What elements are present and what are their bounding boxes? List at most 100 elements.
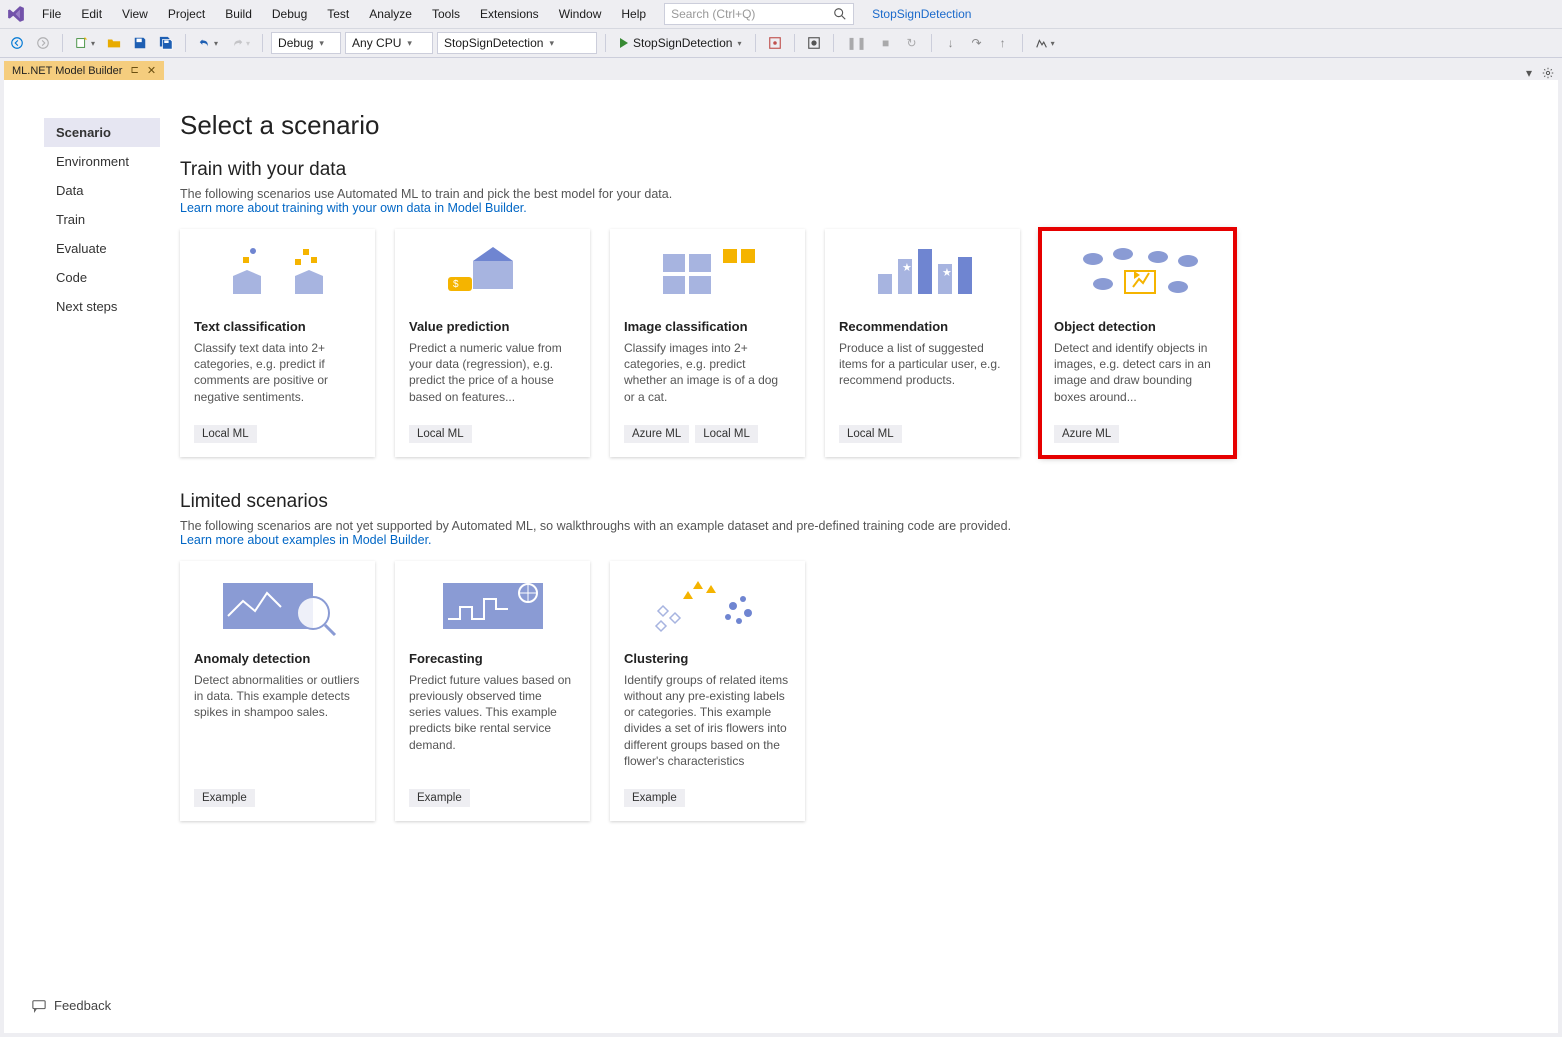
scenario-card-text-classification[interactable]: Text classification Classify text data in… xyxy=(180,229,375,457)
redo-button[interactable]: ▾ xyxy=(226,32,254,54)
doc-tab-title: ML.NET Model Builder xyxy=(12,65,122,77)
card-tags: Local ML xyxy=(825,415,1020,457)
step-scenario[interactable]: Scenario xyxy=(44,118,160,147)
tool-button-3[interactable]: ▾ xyxy=(1031,32,1059,54)
scenario-card-anomaly-detection[interactable]: Anomaly detectionDetect abnormalities or… xyxy=(180,561,375,821)
platform-combo[interactable]: Any CPU▾ xyxy=(345,32,433,54)
tag: Local ML xyxy=(194,425,257,443)
menu-bar: FileEditViewProjectBuildDebugTestAnalyze… xyxy=(0,0,1562,28)
tool-button-2[interactable] xyxy=(803,32,825,54)
card-text: Predict a numeric value from your data (… xyxy=(409,340,576,405)
section-train-desc: The following scenarios use Automated ML… xyxy=(180,187,1518,201)
card-tags: Azure ML xyxy=(1040,415,1235,457)
menu-file[interactable]: File xyxy=(32,3,71,25)
solution-name: StopSignDetection xyxy=(872,7,971,21)
card-text: Detect and identify objects in images, e… xyxy=(1054,340,1221,405)
section-limited-link[interactable]: Learn more about examples in Model Build… xyxy=(180,533,1518,547)
scenario-card-recommendation[interactable]: ★★RecommendationProduce a list of sugges… xyxy=(825,229,1020,457)
menu-project[interactable]: Project xyxy=(158,3,215,25)
card-tags: Example xyxy=(610,779,805,821)
card-text: Predict future values based on previousl… xyxy=(409,672,576,753)
nav-back-button[interactable] xyxy=(6,32,28,54)
svg-text:★: ★ xyxy=(942,267,952,279)
card-title: Image classification xyxy=(624,319,791,334)
tool-button-1[interactable] xyxy=(764,32,786,54)
search-placeholder: Search (Ctrl+Q) xyxy=(671,7,755,21)
page-title: Select a scenario xyxy=(180,110,1518,141)
section-train-heading: Train with your data xyxy=(180,159,1518,181)
card-illustration xyxy=(395,561,590,651)
menu-edit[interactable]: Edit xyxy=(71,3,112,25)
save-button[interactable] xyxy=(129,32,151,54)
card-title: Anomaly detection xyxy=(194,651,361,666)
card-title: Clustering xyxy=(624,651,791,666)
scenario-card-clustering[interactable]: ClusteringIdentify groups of related ite… xyxy=(610,561,805,821)
card-illustration: ★★ xyxy=(825,229,1020,319)
close-icon[interactable]: ✕ xyxy=(147,64,156,77)
feedback-link[interactable]: Feedback xyxy=(32,998,111,1013)
save-all-button[interactable] xyxy=(155,32,177,54)
menu-analyze[interactable]: Analyze xyxy=(359,3,422,25)
step-code[interactable]: Code xyxy=(44,263,160,292)
card-text: Classify text data into 2+ categories, e… xyxy=(194,340,361,405)
vs-logo-icon xyxy=(6,4,26,24)
pin-icon[interactable]: ⊏ xyxy=(130,65,138,76)
menu-help[interactable]: Help xyxy=(611,3,656,25)
menu-extensions[interactable]: Extensions xyxy=(470,3,549,25)
tab-overflow-button[interactable]: ▾ xyxy=(1526,66,1532,80)
startup-combo[interactable]: StopSignDetection▾ xyxy=(437,32,597,54)
step-data[interactable]: Data xyxy=(44,176,160,205)
step-over-button[interactable]: ↷ xyxy=(966,32,988,54)
tag: Azure ML xyxy=(1054,425,1119,443)
pause-button[interactable]: ❚❚ xyxy=(842,32,870,54)
scenario-card-forecasting[interactable]: ForecastingPredict future values based o… xyxy=(395,561,590,821)
step-train[interactable]: Train xyxy=(44,205,160,234)
search-box[interactable]: Search (Ctrl+Q) xyxy=(664,3,854,25)
tag: Example xyxy=(409,789,470,807)
card-tags: Local ML xyxy=(395,415,590,457)
gear-icon[interactable] xyxy=(1542,67,1554,79)
step-evaluate[interactable]: Evaluate xyxy=(44,234,160,263)
card-tags: Local ML xyxy=(180,415,375,457)
menu-window[interactable]: Window xyxy=(549,3,612,25)
card-illustration: $ xyxy=(395,229,590,319)
section-train-link[interactable]: Learn more about training with your own … xyxy=(180,201,1518,215)
card-title: Text classification xyxy=(194,319,361,334)
menu-debug[interactable]: Debug xyxy=(262,3,317,25)
config-combo[interactable]: Debug▾ xyxy=(271,32,341,54)
scenario-card-object-detection[interactable]: Object detection Detect and identify obje… xyxy=(1040,229,1235,457)
start-debug-button[interactable]: StopSignDetection▾ xyxy=(614,36,747,50)
card-illustration xyxy=(610,229,805,319)
menu-tools[interactable]: Tools xyxy=(422,3,470,25)
section-limited-heading: Limited scenarios xyxy=(180,491,1518,513)
step-next-steps[interactable]: Next steps xyxy=(44,292,160,321)
menu-view[interactable]: View xyxy=(112,3,158,25)
scenario-card-value-prediction[interactable]: $Value predictionPredict a numeric value… xyxy=(395,229,590,457)
menu-build[interactable]: Build xyxy=(215,3,262,25)
card-illustration xyxy=(1040,229,1235,319)
card-tags: Example xyxy=(180,779,375,821)
card-illustration xyxy=(180,561,375,651)
step-out-button[interactable]: ↑ xyxy=(992,32,1014,54)
tag: Local ML xyxy=(839,425,902,443)
svg-text:★: ★ xyxy=(902,262,912,274)
undo-button[interactable]: ▾ xyxy=(194,32,222,54)
nav-fwd-button[interactable] xyxy=(32,32,54,54)
step-nav: ScenarioEnvironmentDataTrainEvaluateCode… xyxy=(44,118,160,1003)
doc-tab-model-builder[interactable]: ML.NET Model Builder ⊏ ✕ xyxy=(4,61,164,80)
card-title: Object detection xyxy=(1054,319,1221,334)
tag: Example xyxy=(624,789,685,807)
restart-button[interactable]: ↻ xyxy=(901,32,923,54)
step-into-button[interactable]: ↓ xyxy=(940,32,962,54)
tag: Azure ML xyxy=(624,425,689,443)
document-tabs: ML.NET Model Builder ⊏ ✕ ▾ xyxy=(0,58,1562,80)
tag: Local ML xyxy=(695,425,758,443)
stop-button[interactable]: ■ xyxy=(875,32,897,54)
scenario-card-image-classification[interactable]: Image classificationClassify images into… xyxy=(610,229,805,457)
menu-test[interactable]: Test xyxy=(317,3,359,25)
toolbar: ▾ ▾ ▾ Debug▾ Any CPU▾ StopSignDetection▾… xyxy=(0,28,1562,58)
open-button[interactable] xyxy=(103,32,125,54)
card-illustration xyxy=(180,229,375,319)
step-environment[interactable]: Environment xyxy=(44,147,160,176)
new-item-button[interactable]: ▾ xyxy=(71,32,99,54)
